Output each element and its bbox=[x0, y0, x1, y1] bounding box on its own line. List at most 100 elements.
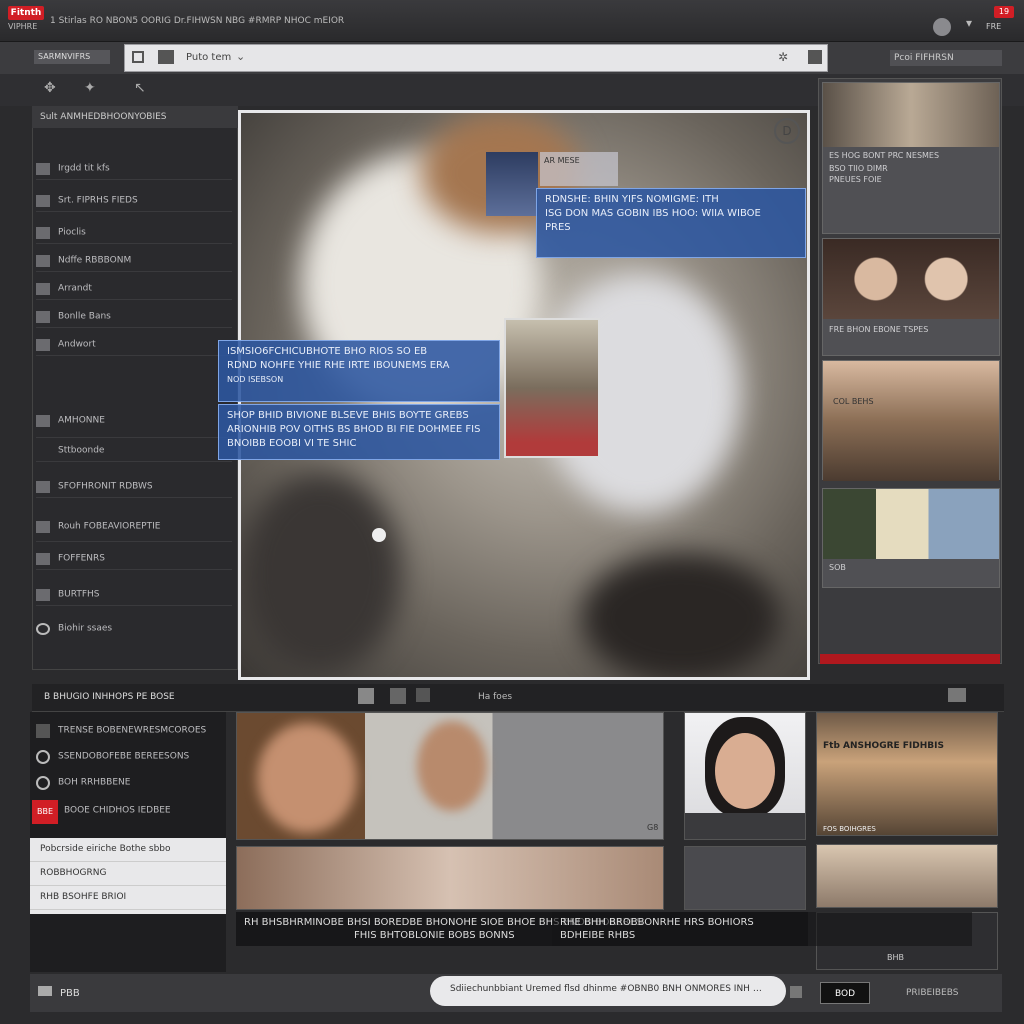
comment-input[interactable]: Sdiiechunbbiant Uremed flsd dhinme #OBNB… bbox=[430, 976, 786, 1006]
context-menu: Pobcrside eiriche Bothe sbbo ROBBHOGRNG … bbox=[30, 838, 226, 914]
media-card[interactable]: ES HOG BONT PRC NESMES BSO TIIO DIMR PNE… bbox=[822, 82, 1000, 234]
blurred-photo-region bbox=[241, 473, 401, 673]
list-item-label: Sttboonde bbox=[58, 445, 105, 456]
account-button[interactable]: Pcoi FIFHRSN bbox=[890, 50, 1002, 66]
attach-icon[interactable] bbox=[790, 986, 802, 998]
film-icon bbox=[36, 520, 50, 533]
list-item[interactable]: SSENDOBOFEBE BEREESONS bbox=[36, 746, 222, 772]
folder-icon bbox=[36, 162, 50, 175]
card-image bbox=[823, 239, 999, 319]
video-thumbnail[interactable] bbox=[684, 846, 806, 910]
app-logo[interactable]: Fitnth bbox=[8, 6, 44, 20]
grid-icon[interactable] bbox=[158, 50, 174, 64]
list-item-label: Pioclis bbox=[58, 227, 86, 238]
notification-badge[interactable]: 19 bbox=[994, 6, 1014, 18]
list-item-label: Biohir ssaes bbox=[58, 623, 113, 634]
annotation-text: RDND NOHFE YHIE RHE IRTE IBOUNEMS ERA bbox=[227, 360, 450, 371]
list-item[interactable]: Andwort bbox=[36, 334, 232, 356]
image-icon bbox=[36, 310, 50, 323]
media-card[interactable]: SOB bbox=[822, 488, 1000, 588]
list-item[interactable]: Irgdd tit kfs bbox=[36, 158, 232, 180]
list-item[interactable]: BURTFHS bbox=[36, 584, 232, 606]
list-item[interactable]: Arrandt bbox=[36, 278, 232, 300]
list-item[interactable]: Rouh FOBEAVIOREPTIE bbox=[36, 516, 232, 542]
card-image bbox=[823, 361, 999, 481]
footer-right-label: PRIBEIBEBS bbox=[906, 988, 959, 998]
image-icon[interactable] bbox=[358, 688, 374, 704]
cursor-dot-icon bbox=[372, 528, 386, 542]
list-item[interactable]: AMHONNE bbox=[36, 410, 232, 438]
list-item[interactable]: TRENSE BOBENEWRESMCOROES bbox=[36, 720, 222, 746]
user-avatar-icon[interactable] bbox=[933, 18, 951, 36]
list-item-label: SFOFHRONIT RDBWS bbox=[58, 481, 153, 492]
list-item[interactable]: Biohir ssaes bbox=[36, 618, 232, 640]
menu-item[interactable]: RHB BSOHFE BRIOI bbox=[30, 886, 226, 910]
left-panel-header: Sult ANMHEDBHOONYOBIES bbox=[32, 106, 238, 128]
record-button[interactable]: BBE bbox=[32, 800, 58, 824]
annotation-text: BNOIBB EOOBI VI TE SHIC bbox=[227, 438, 357, 449]
bottom-toolbar bbox=[32, 684, 1004, 712]
list-item-label: Andwort bbox=[58, 339, 96, 350]
pin-tool-icon[interactable]: ✦ bbox=[84, 80, 96, 96]
pointer-tool-icon[interactable]: ↖ bbox=[134, 80, 146, 96]
list-item[interactable]: FOFFENRS bbox=[36, 548, 232, 570]
video-thumbnail[interactable]: Ftb ANSHOGRE FIDHBIS FOS BOIHGRES bbox=[816, 712, 998, 836]
image-icon bbox=[36, 552, 50, 565]
url-text[interactable]: Puto tem bbox=[186, 52, 231, 63]
video-title: Ftb ANSHOGRE FIDHBIS bbox=[823, 741, 944, 751]
play-icon[interactable] bbox=[416, 688, 430, 702]
submit-button[interactable]: BOD bbox=[820, 982, 870, 1004]
video-thumbnail[interactable] bbox=[684, 712, 806, 840]
video-thumbnail[interactable] bbox=[816, 844, 998, 908]
window-icon[interactable] bbox=[948, 688, 966, 702]
annotation-bubble[interactable]: RDNSHE: BHIN YIFS NOMIGME: ITH ISG DON M… bbox=[536, 188, 806, 258]
list-item[interactable]: Bonlle Bans bbox=[36, 306, 232, 328]
video-caption: BHB bbox=[887, 953, 904, 962]
annotation-text: RDNSHE: BHIN YIFS NOMIGME: ITH bbox=[545, 194, 719, 205]
annotation-bubble[interactable]: SHOP BHID BIVIONE BLSEVE BHIS BOYTE GREB… bbox=[218, 404, 500, 460]
menu-item[interactable]: Pobcrside eiriche Bothe sbbo bbox=[30, 838, 226, 862]
app-logo-subtitle: VIPHRE bbox=[8, 22, 38, 31]
progress-bar bbox=[820, 654, 1000, 664]
list-item-label: Ndffe RBBBONM bbox=[58, 255, 132, 266]
info-icon[interactable]: D bbox=[774, 118, 800, 144]
list-item[interactable]: Pioclis bbox=[36, 222, 232, 244]
video-thumbnail[interactable] bbox=[236, 846, 664, 910]
list-icon bbox=[36, 414, 50, 427]
list-item[interactable]: BOH RRHBBENE bbox=[36, 772, 222, 798]
annotation-subtext: NOD ISEBSON bbox=[227, 375, 284, 384]
list-item[interactable]: Srt. FIPRHS FIEDS bbox=[36, 190, 232, 212]
list-item[interactable]: Ndffe RBBBONM bbox=[36, 250, 232, 272]
card-text: BSO TIIO DIMR bbox=[829, 164, 888, 173]
video-thumbnail[interactable]: G8 bbox=[236, 712, 664, 840]
image-icon bbox=[36, 282, 50, 295]
menu-icon[interactable] bbox=[38, 986, 52, 996]
menu-icon[interactable] bbox=[808, 50, 822, 64]
grid-icon[interactable] bbox=[390, 688, 406, 704]
annotation-text: ISG DON MAS GOBIN IBS HOO: WIIA WIBOE bbox=[545, 208, 761, 219]
thumbnail-label: AR MESE bbox=[540, 152, 618, 186]
card-text: SOB bbox=[829, 563, 846, 572]
thumbnail-image[interactable] bbox=[504, 318, 600, 458]
media-card[interactable]: FRE BHON EBONE TSPES bbox=[822, 238, 1000, 356]
move-tool-icon[interactable]: ✥ bbox=[44, 80, 56, 96]
media-card[interactable]: COL BEHS bbox=[822, 360, 1000, 481]
list-item[interactable]: BOOE CHIDHOS IEDBEE bbox=[64, 800, 250, 826]
chevron-down-icon[interactable]: ⌄ bbox=[236, 50, 245, 63]
list-item-label: Bonlle Bans bbox=[58, 311, 111, 322]
list-item[interactable]: Sttboonde bbox=[36, 440, 232, 462]
menu-item[interactable]: ROBBHOGRNG bbox=[30, 862, 226, 886]
list-icon bbox=[36, 723, 50, 738]
settings-icon[interactable]: ✲ bbox=[778, 50, 788, 64]
list-item-label: SSENDOBOFEBE BEREESONS bbox=[58, 751, 190, 762]
bottom-toolbar-mid-label: Ha foes bbox=[478, 692, 513, 702]
face-region bbox=[417, 721, 487, 811]
annotation-bubble[interactable]: ISMSIO6FCHICUBHOTE BHO RIOS SO EB RDND N… bbox=[218, 340, 500, 402]
chevron-down-icon[interactable]: ▾ bbox=[966, 16, 972, 30]
list-item-label: AMHONNE bbox=[58, 415, 105, 426]
list-item-label: BOOE CHIDHOS IEDBEE bbox=[64, 805, 171, 816]
site-label[interactable]: SARMNVIFRS bbox=[34, 50, 110, 64]
window-title: 1 Stirlas RO NBON5 OORIG Dr.FIHWSN NBG #… bbox=[50, 16, 345, 26]
thumbnail-image[interactable] bbox=[486, 152, 538, 216]
list-item[interactable]: SFOFHRONIT RDBWS bbox=[36, 476, 232, 498]
